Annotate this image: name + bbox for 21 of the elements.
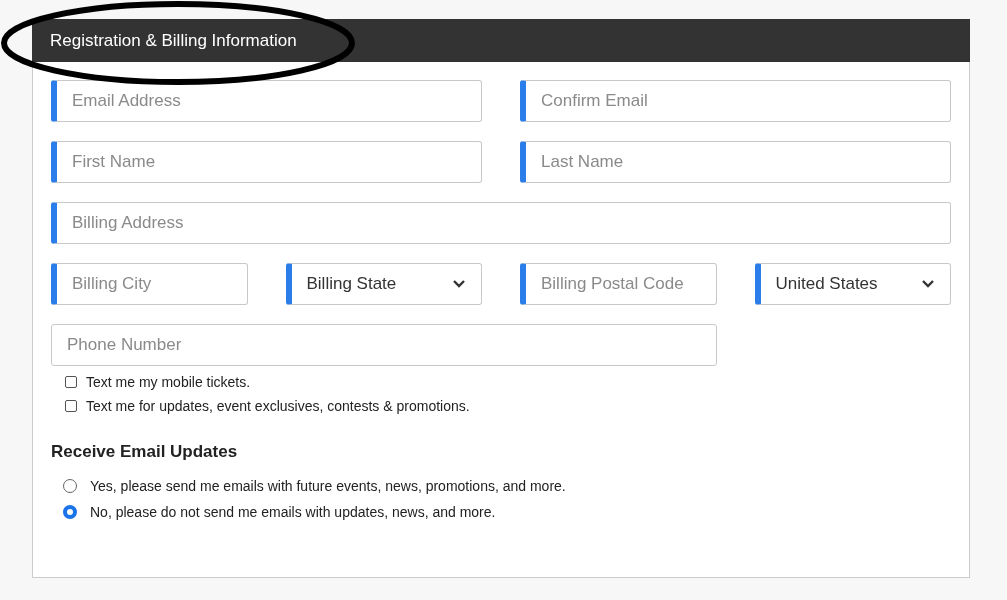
radio-label: Yes, please send me emails with future events, news, promotions, and more. — [90, 478, 566, 494]
input-field[interactable]: Billing Postal Code — [520, 263, 717, 305]
section-title: Registration & Billing Information — [50, 30, 297, 51]
input-field[interactable]: Last Name — [520, 141, 951, 183]
checkbox-label: Text me my mobile tickets. — [86, 374, 251, 390]
chevron-down-icon — [452, 279, 466, 289]
radio-button[interactable] — [63, 505, 77, 519]
input-field[interactable]: Billing Address — [51, 202, 951, 244]
input-field[interactable]: Confirm Email — [520, 80, 951, 122]
input-field[interactable]: Billing City — [51, 263, 248, 305]
checkbox[interactable] — [65, 400, 77, 412]
input-field[interactable]: Phone Number — [51, 324, 717, 366]
section-heading: Receive Email Updates — [51, 442, 239, 462]
dropdown-field[interactable]: Billing State — [285, 263, 482, 305]
input-field[interactable]: Email Address — [51, 80, 482, 122]
checkbox[interactable] — [65, 376, 77, 388]
input-field[interactable]: First Name — [51, 141, 482, 183]
radio-label: No, please do not send me emails with updates, news, and more. — [90, 504, 496, 520]
chevron-down-icon — [921, 279, 935, 289]
dropdown-field[interactable]: United States — [754, 263, 951, 305]
checkbox-label: Text me for updates, event exclusives, contests & promotions. — [86, 398, 470, 414]
